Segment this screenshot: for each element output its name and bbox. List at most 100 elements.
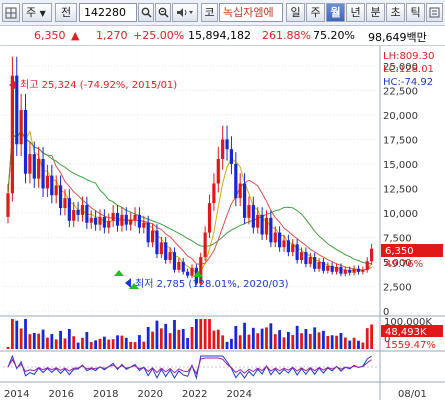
volume-bar — [216, 329, 220, 349]
candle-body — [313, 257, 317, 269]
candle-body — [221, 139, 225, 159]
volume-bar — [50, 333, 54, 349]
candle-body — [94, 217, 98, 225]
candle-body — [186, 271, 190, 276]
volume-bar — [348, 340, 352, 349]
volume-bar — [190, 327, 194, 349]
volume-bar — [15, 320, 19, 349]
candle-body — [23, 109, 28, 174]
current-percent-label: 49.76% — [385, 259, 423, 270]
candle-body — [89, 217, 93, 223]
volume-bar — [238, 335, 242, 349]
candle-body — [133, 214, 137, 220]
candle-body — [251, 205, 255, 228]
period-month-button[interactable]: 월 — [326, 3, 345, 22]
market-button[interactable]: 코 — [201, 3, 218, 22]
volume-bar — [54, 339, 58, 349]
high-annotation: 최고 25,324 (-74.92%, 2015/01) — [20, 79, 177, 91]
candle-body — [352, 268, 356, 273]
candle-body — [326, 265, 330, 271]
volume-bar — [225, 341, 229, 349]
info-hc: HC:-74.92 — [383, 77, 433, 88]
candle-body — [107, 220, 111, 228]
volume-bar — [326, 336, 330, 349]
period-week-button[interactable]: 주 — [306, 3, 325, 22]
candle-body — [63, 198, 67, 209]
candle-body — [348, 269, 352, 273]
price-tick-label: 20,000 — [383, 111, 418, 122]
volume-bar — [269, 323, 273, 349]
candle-body — [361, 269, 365, 272]
stock-code-input[interactable]: 142280 — [79, 3, 137, 22]
price-tick-label: 12,500 — [383, 184, 418, 195]
time-tick-label: 2016 — [49, 389, 74, 400]
candle-body — [19, 109, 23, 145]
candle-body — [247, 205, 251, 218]
candle-body — [273, 232, 277, 243]
volume-bar — [138, 335, 141, 349]
period-type-label: 주 — [26, 6, 37, 19]
candle-body — [115, 212, 120, 226]
candle-body — [32, 154, 36, 179]
period-more-button[interactable] — [426, 3, 443, 22]
quote-bar: 6,350 ▲ 1,270 +25.00% 15,894,182 261.88%… — [0, 26, 445, 46]
volume-bar — [155, 320, 159, 349]
candle-body — [146, 222, 150, 243]
candle-body — [168, 252, 172, 260]
volume-bar — [330, 335, 334, 349]
candle-body — [234, 163, 238, 199]
period-tick-button[interactable]: 틱 — [406, 3, 425, 22]
volume-bar — [98, 338, 102, 349]
volume-bar — [107, 339, 111, 349]
candle-body — [15, 75, 19, 145]
stock-name-display: 녹십자엠에 — [219, 3, 283, 22]
period-second-button[interactable]: 초 — [386, 3, 405, 22]
candle-body — [137, 214, 142, 228]
volume-percent-label: 1559.47% — [385, 340, 436, 351]
volume-bar — [85, 332, 89, 349]
current-price-tag-label: 6,350 — [385, 246, 414, 257]
volume-bar — [28, 334, 32, 349]
volume-bar — [151, 331, 154, 349]
candle-body — [260, 214, 264, 235]
price-chart[interactable]: 25,000 22,500 20,000 17,500 15,000 12,500 10,0… — [0, 46, 445, 400]
candle-body — [120, 214, 124, 226]
time-tick-label: 2020 — [138, 389, 163, 400]
volume-bar — [46, 337, 49, 349]
zoom-icon[interactable] — [155, 3, 171, 22]
search-icon[interactable] — [138, 3, 154, 22]
candle-body — [67, 198, 71, 221]
candle-body — [164, 242, 168, 260]
period-year-button[interactable]: 년 — [346, 3, 365, 22]
candle-body — [80, 205, 85, 215]
current-price: 6,350 — [34, 29, 66, 42]
volume-bar — [19, 328, 23, 349]
period-minute-button[interactable]: 분 — [366, 3, 385, 22]
type-button[interactable]: 전 — [55, 3, 77, 22]
volume-bar — [291, 335, 295, 349]
period-type-dropdown[interactable]: 주 ▼ — [22, 3, 52, 22]
candle-body — [282, 240, 286, 248]
turnover-rate: 75.20% — [313, 29, 355, 42]
volume-bar — [300, 333, 303, 349]
time-tick-label: 2024 — [227, 389, 252, 400]
period-day-button[interactable]: 일 — [286, 3, 305, 22]
volume-bar — [365, 328, 369, 349]
candle-body — [155, 230, 159, 255]
speaker-icon[interactable] — [172, 3, 198, 22]
volume-bar — [164, 323, 168, 349]
volume-bar — [304, 329, 308, 349]
grid-icon[interactable] — [2, 3, 20, 22]
candle-body — [102, 216, 106, 228]
time-tick-label: 2018 — [93, 389, 118, 400]
volume-bar — [89, 342, 93, 349]
volume-bar — [59, 330, 62, 349]
volume-bar — [129, 341, 133, 349]
trading-amount: 98,649백만 — [368, 31, 427, 44]
volume-bar — [186, 338, 190, 349]
volume-bar — [199, 319, 203, 349]
volume-bar — [234, 326, 238, 349]
candle-body — [339, 266, 343, 274]
price-tick-label: 15,000 — [383, 160, 418, 171]
candle-body — [291, 244, 295, 253]
